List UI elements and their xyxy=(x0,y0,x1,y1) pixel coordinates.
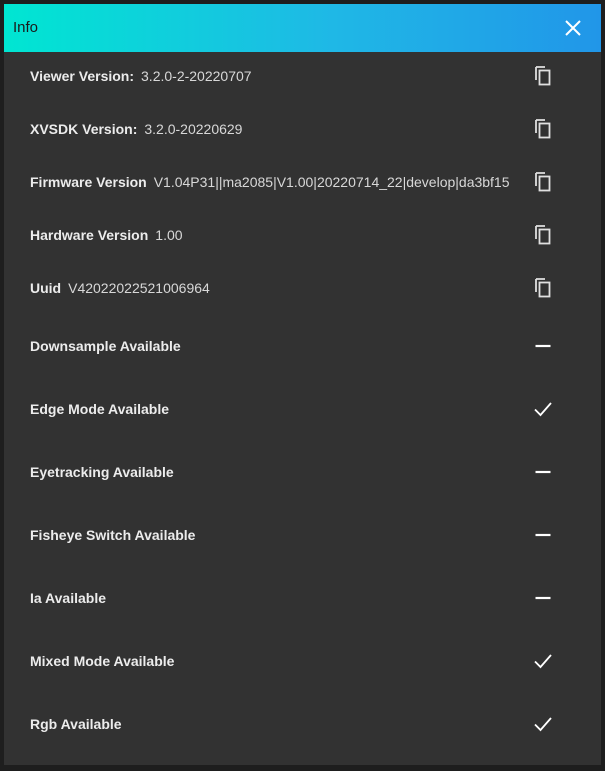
xvsdk-version-value: 3.2.0-20220629 xyxy=(144,121,243,137)
firmware-version-row: Firmware Version V1.04P31||ma2085|V1.00|2… xyxy=(4,162,601,202)
dash-icon xyxy=(531,460,555,484)
ia-available-label: Ia Available xyxy=(30,590,107,606)
copy-xvsdk-version-button[interactable] xyxy=(531,117,555,141)
uuid-label: Uuid V42022022521006964 xyxy=(30,280,210,296)
copy-icon xyxy=(535,278,551,298)
xvsdk-version-label: XVSDK Version: 3.2.0-20220629 xyxy=(30,121,243,137)
mixed-mode-available-label: Mixed Mode Available xyxy=(30,653,175,669)
uuid-row: Uuid V42022022521006964 xyxy=(4,268,601,308)
copy-icon xyxy=(535,119,551,139)
check-icon xyxy=(531,712,555,736)
eyetracking-available-row: Eyetracking Available xyxy=(4,452,601,492)
copy-uuid-button[interactable] xyxy=(531,276,555,300)
check-icon xyxy=(531,649,555,673)
rgb-available-label: Rgb Available xyxy=(30,716,122,732)
dash-icon xyxy=(531,523,555,547)
fisheye-switch-available-label: Fisheye Switch Available xyxy=(30,527,196,543)
edge-mode-available-row: Edge Mode Available xyxy=(4,389,601,429)
viewer-version-label: Viewer Version: 3.2.0-2-20220707 xyxy=(30,68,252,84)
viewer-version-row: Viewer Version: 3.2.0-2-20220707 xyxy=(4,56,601,96)
rgb-available-row: Rgb Available xyxy=(4,704,601,744)
copy-icon xyxy=(535,172,551,192)
dialog-title: Info xyxy=(13,19,39,36)
ia-available-row: Ia Available xyxy=(4,578,601,618)
copy-viewer-version-button[interactable] xyxy=(531,64,555,88)
copy-firmware-version-button[interactable] xyxy=(531,170,555,194)
uuid-value: V42022022521006964 xyxy=(68,280,210,296)
dash-icon xyxy=(531,334,555,358)
hardware-version-value: 1.00 xyxy=(155,227,183,243)
copy-hardware-version-button[interactable] xyxy=(531,223,555,247)
close-button[interactable] xyxy=(561,16,585,40)
title-bar: Info xyxy=(4,4,601,52)
close-icon xyxy=(565,20,581,36)
hardware-version-row: Hardware Version 1.00 xyxy=(4,215,601,255)
mixed-mode-available-row: Mixed Mode Available xyxy=(4,641,601,681)
hardware-version-label: Hardware Version 1.00 xyxy=(30,227,183,243)
edge-mode-available-label: Edge Mode Available xyxy=(30,401,169,417)
firmware-version-label: Firmware Version V1.04P31||ma2085|V1.00|2… xyxy=(30,174,510,190)
xvsdk-version-row: XVSDK Version: 3.2.0-20220629 xyxy=(4,109,601,149)
firmware-version-value: V1.04P31||ma2085|V1.00|20220714_22|devel… xyxy=(153,174,510,190)
dash-icon xyxy=(531,586,555,610)
downsample-available-row: Downsample Available xyxy=(4,326,601,366)
info-dialog: Info Viewer Version: 3.2.0-2-20220707 XVS… xyxy=(4,4,601,765)
copy-icon xyxy=(535,66,551,86)
copy-icon xyxy=(535,225,551,245)
viewer-version-value: 3.2.0-2-20220707 xyxy=(141,68,252,84)
fisheye-switch-available-row: Fisheye Switch Available xyxy=(4,515,601,555)
downsample-available-label: Downsample Available xyxy=(30,338,181,354)
check-icon xyxy=(531,397,555,421)
eyetracking-available-label: Eyetracking Available xyxy=(30,464,174,480)
